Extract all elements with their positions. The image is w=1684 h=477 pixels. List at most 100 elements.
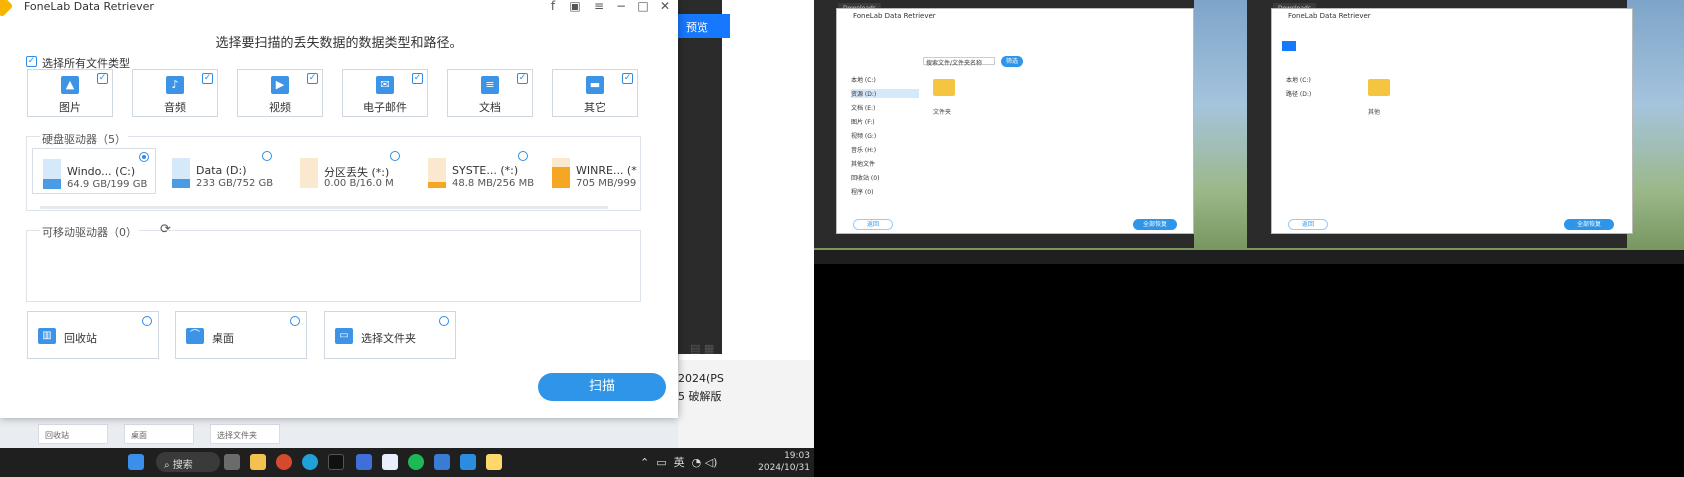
file-type-video[interactable]: ▶ 视频 ✓: [237, 69, 323, 117]
system-tray[interactable]: ⌃ ▭ 英 ◔ ◁): [640, 454, 717, 470]
remote-tree-item[interactable]: 视频 (G:): [851, 131, 876, 140]
remote-search-input[interactable]: 搜索文件/文件夹名称: [923, 57, 995, 67]
remote-tree-item[interactable]: 路径 (D:): [1286, 89, 1311, 98]
mini-card-desktop: 桌面: [124, 424, 194, 444]
view-mode-icons[interactable]: ▤ ▦: [690, 342, 714, 355]
edge-icon[interactable]: [302, 454, 318, 470]
remote-tree-item[interactable]: 本地 (C:): [1286, 75, 1311, 84]
remote-tree-item[interactable]: 本地 (C:): [851, 75, 876, 84]
fonelab-logo-icon: [0, 0, 14, 18]
remote-tree-item[interactable]: 文档 (E:): [851, 103, 875, 112]
remote-tree-item[interactable]: 回收站 (0): [851, 173, 879, 182]
drive-radio[interactable]: [390, 151, 400, 161]
drive-radio[interactable]: [139, 152, 149, 162]
image-icon: ▲: [61, 76, 79, 94]
file-type-audio[interactable]: ♪ 音频 ✓: [132, 69, 218, 117]
refresh-icon[interactable]: ⟳: [160, 222, 171, 237]
remote-tree-item[interactable]: 图片 (F:): [851, 117, 875, 126]
drive-radio[interactable]: [518, 151, 528, 161]
taskbar-search-label: 搜索: [172, 460, 193, 471]
video-camera-icon: ▶: [271, 76, 289, 94]
chat-icon[interactable]: ▣: [566, 0, 584, 13]
title-bar[interactable]: FoneLab Data Retriever f ▣ ≡ − □ ✕: [0, 0, 678, 18]
location-select-folder[interactable]: ▭ 选择文件夹: [324, 311, 456, 359]
drive-system[interactable]: SYSTE... (*:) 48.8 MB/256 MB: [418, 148, 542, 194]
remote-tree-item[interactable]: 其他文件: [851, 159, 875, 168]
remote-folder-icon[interactable]: [933, 79, 955, 96]
remote-taskbar: [814, 250, 1254, 264]
background-dark-panel: [678, 0, 722, 354]
settings-icon[interactable]: [356, 454, 372, 470]
location-desktop[interactable]: ⌒ 桌面: [175, 311, 307, 359]
drive-winre[interactable]: WINRE... (*:) 705 MB/999 MB: [542, 148, 638, 194]
file-type-checkbox[interactable]: ✓: [412, 73, 423, 84]
remote-tree-item[interactable]: 音乐 (H:): [851, 145, 876, 154]
remote-recover-button[interactable]: 全部恢复: [1133, 219, 1177, 230]
drive-icon: [428, 158, 446, 188]
drive-name: Data (D:): [196, 164, 247, 177]
spotify-icon[interactable]: [408, 454, 424, 470]
select-all-checkbox[interactable]: ✓: [26, 56, 37, 67]
background-news-line-1: 2024(PS: [678, 372, 724, 385]
start-icon[interactable]: [128, 454, 144, 470]
fonelab-taskbar-icon[interactable]: [486, 454, 502, 470]
folder-open-icon: ▭: [335, 328, 353, 344]
menu-icon[interactable]: ≡: [590, 0, 608, 13]
location-recycle-bin[interactable]: ▥ 回收站: [27, 311, 159, 359]
location-label: 选择文件夹: [361, 332, 416, 345]
background-news-line-2: 5 破解版: [678, 390, 722, 403]
mini-card-folder: 选择文件夹: [210, 424, 280, 444]
app-pen-icon[interactable]: [434, 454, 450, 470]
qq-icon[interactable]: [328, 454, 344, 470]
taskbar-search[interactable]: ⌕ 搜索: [156, 452, 220, 472]
drive-d[interactable]: Data (D:) 233 GB/752 GB: [162, 148, 286, 194]
remote-tree-item[interactable]: 程序 (0): [851, 187, 873, 196]
location-radio[interactable]: [290, 316, 300, 326]
document-icon: ≡: [481, 76, 499, 94]
ime-indicator[interactable]: 英: [674, 456, 685, 469]
file-type-label: 视频: [269, 101, 291, 114]
folder-icon: ▬: [586, 76, 604, 94]
remote-back-button[interactable]: 返回: [1288, 219, 1328, 230]
location-radio[interactable]: [439, 316, 449, 326]
remote-recover-button[interactable]: 全部恢复: [1564, 219, 1614, 230]
facebook-icon[interactable]: f: [544, 0, 562, 13]
remote-fonelab-window: FoneLab Data Retriever 本地 (C:) 路径 (D:) 其…: [1271, 8, 1633, 234]
location-radio[interactable]: [142, 316, 152, 326]
file-type-checkbox[interactable]: ✓: [97, 73, 108, 84]
file-type-checkbox[interactable]: ✓: [517, 73, 528, 84]
background-duplicate-locations: 回收站 桌面 选择文件夹: [0, 418, 678, 448]
file-type-checkbox[interactable]: ✓: [307, 73, 318, 84]
remote-fonelab-title: FoneLab Data Retriever: [853, 12, 936, 20]
clock-time[interactable]: 19:03: [770, 451, 810, 461]
drive-radio[interactable]: [262, 151, 272, 161]
task-view-icon[interactable]: [224, 454, 240, 470]
app-blue-icon[interactable]: [382, 454, 398, 470]
maximize-icon[interactable]: □: [634, 0, 652, 13]
drive-usage-fill: [172, 178, 190, 188]
file-type-email[interactable]: ✉ 电子邮件 ✓: [342, 69, 428, 117]
close-icon[interactable]: ✕: [656, 0, 674, 13]
file-type-others[interactable]: ▬ 其它 ✓: [552, 69, 638, 117]
background-preview-tab[interactable]: 预览: [678, 14, 730, 38]
file-type-checkbox[interactable]: ✓: [622, 73, 633, 84]
file-explorer-icon[interactable]: [250, 454, 266, 470]
clock-date[interactable]: 2024/10/31: [746, 463, 810, 473]
app-calendar-icon[interactable]: [460, 454, 476, 470]
trash-icon: ▥: [38, 328, 56, 344]
drive-c[interactable]: Windo... (C:) 64.9 GB/199 GB: [32, 148, 156, 194]
drive-lost-partition[interactable]: 分区丢失 (*:) 0.00 B/16.0 M: [290, 148, 414, 194]
remote-folder-icon[interactable]: [1368, 79, 1390, 96]
remote-tree-item[interactable]: 资源 (D:): [851, 89, 919, 98]
file-type-documents[interactable]: ≡ 文档 ✓: [447, 69, 533, 117]
drive-list-scrollbar[interactable]: [40, 206, 608, 209]
remote-back-button[interactable]: 返回: [853, 219, 893, 230]
file-type-images[interactable]: ▲ 图片 ✓: [27, 69, 113, 117]
scan-button[interactable]: 扫描: [538, 373, 666, 401]
minimize-icon[interactable]: −: [612, 0, 630, 13]
drive-size: 48.8 MB/256 MB: [452, 178, 535, 189]
file-type-checkbox[interactable]: ✓: [202, 73, 213, 84]
remote-filter-button[interactable]: 筛选: [1001, 56, 1023, 67]
drive-size: 233 GB/752 GB: [196, 178, 274, 189]
app-g-icon[interactable]: [276, 454, 292, 470]
